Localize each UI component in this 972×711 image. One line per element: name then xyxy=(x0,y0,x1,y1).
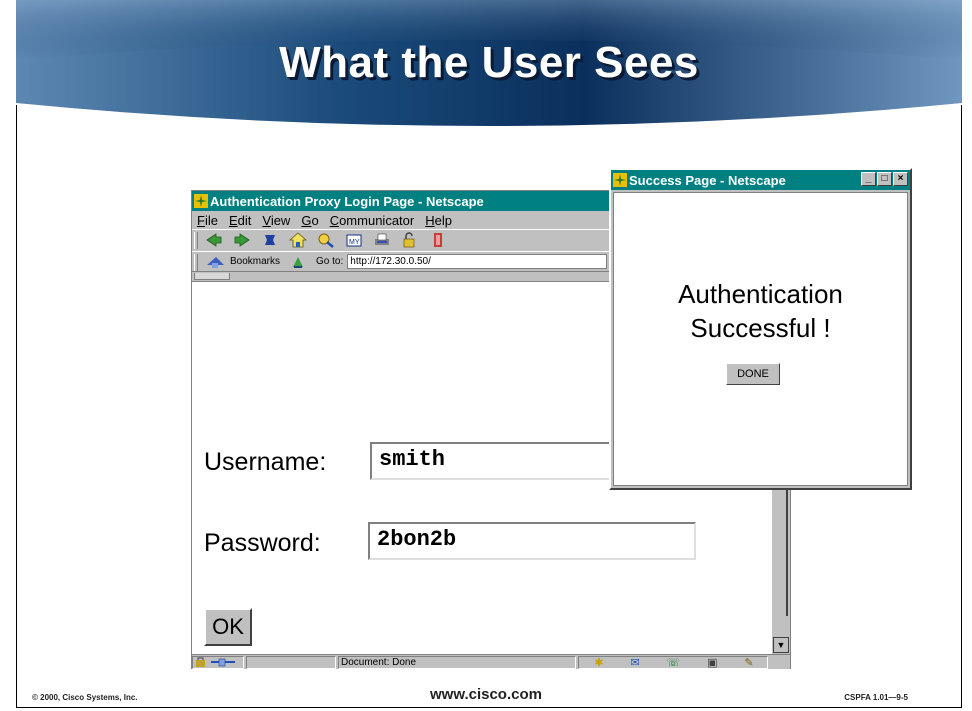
lock-and-connection-icon xyxy=(196,657,235,667)
security-icon[interactable] xyxy=(401,232,419,248)
bookmarks-icon xyxy=(207,256,224,268)
success-message-line2: Successful ! xyxy=(690,313,831,343)
url-input[interactable]: http://172.30.0.50/ xyxy=(347,254,608,269)
navigator-icon[interactable]: ✱ xyxy=(594,656,603,669)
address-book-icon[interactable]: ▣ xyxy=(707,656,717,669)
forward-icon[interactable] xyxy=(233,232,251,248)
print-icon[interactable] xyxy=(373,232,391,248)
ok-button[interactable]: OK xyxy=(204,608,252,646)
popup-window-title: Success Page - Netscape xyxy=(629,172,786,188)
scroll-down-arrow[interactable]: ▼ xyxy=(773,637,789,653)
menu-go[interactable]: Go xyxy=(301,213,318,228)
password-label: Password: xyxy=(204,529,321,557)
success-popup-window: Success Page - Netscape _ □ × Authentica… xyxy=(609,168,912,490)
success-message: Authentication Successful ! xyxy=(614,277,907,345)
svg-text:MY: MY xyxy=(349,239,360,246)
popup-content: Authentication Successful ! DONE xyxy=(613,192,908,486)
component-bar: ✱ ✉ ☏ ▣ ✎ xyxy=(578,655,768,669)
search-icon[interactable] xyxy=(317,232,335,248)
username-field[interactable]: smith xyxy=(370,442,620,480)
menu-communicator[interactable]: Communicator xyxy=(330,213,415,228)
discussion-icon[interactable]: ☏ xyxy=(667,656,681,669)
collapse-tab[interactable] xyxy=(194,273,230,280)
my-netscape-icon[interactable]: MY xyxy=(345,232,363,248)
close-icon[interactable]: × xyxy=(893,172,908,186)
page-proxy-icon[interactable] xyxy=(290,255,306,269)
username-label: Username: xyxy=(204,448,327,476)
mailbox-icon[interactable]: ✉ xyxy=(630,656,639,669)
toolbar-grip[interactable] xyxy=(194,232,198,249)
stop-icon[interactable] xyxy=(429,232,447,248)
title-banner: What the User Sees xyxy=(16,0,962,128)
course-code-footer: CSPFA 1.01—9-5 xyxy=(844,693,908,702)
status-text: Document: Done xyxy=(338,655,576,669)
success-message-line1: Authentication xyxy=(678,279,843,309)
password-field[interactable]: 2bon2b xyxy=(368,522,696,560)
main-window-title: Authentication Proxy Login Page - Netsca… xyxy=(210,193,484,209)
bookmarks-button[interactable]: Bookmarks xyxy=(206,255,280,269)
netscape-icon xyxy=(613,173,627,187)
website-footer: www.cisco.com xyxy=(430,686,542,703)
home-icon[interactable] xyxy=(289,232,307,248)
menu-view[interactable]: View xyxy=(262,213,290,228)
slide-title: What the User Sees xyxy=(279,38,699,87)
popup-titlebar[interactable]: Success Page - Netscape _ □ × xyxy=(611,170,910,190)
menu-file[interactable]: File xyxy=(197,213,218,228)
bookmarks-label: Bookmarks xyxy=(230,256,281,267)
back-icon[interactable] xyxy=(205,232,223,248)
goto-label: Go to: xyxy=(316,256,344,267)
menu-edit[interactable]: Edit xyxy=(229,213,251,228)
done-button[interactable]: DONE xyxy=(726,363,780,385)
maximize-icon[interactable]: □ xyxy=(877,172,892,186)
reload-icon[interactable] xyxy=(261,232,279,248)
minimize-icon[interactable]: _ xyxy=(861,172,876,186)
menu-help[interactable]: Help xyxy=(425,213,452,228)
status-bar: Document: Done ✱ ✉ ☏ ▣ ✎ xyxy=(192,654,790,669)
location-grip[interactable] xyxy=(194,254,198,271)
netscape-icon xyxy=(194,194,208,208)
progress-cell xyxy=(246,655,336,669)
security-status-cell[interactable] xyxy=(192,655,244,669)
composer-icon[interactable]: ✎ xyxy=(744,656,753,669)
window-controls: _ □ × xyxy=(860,172,908,186)
